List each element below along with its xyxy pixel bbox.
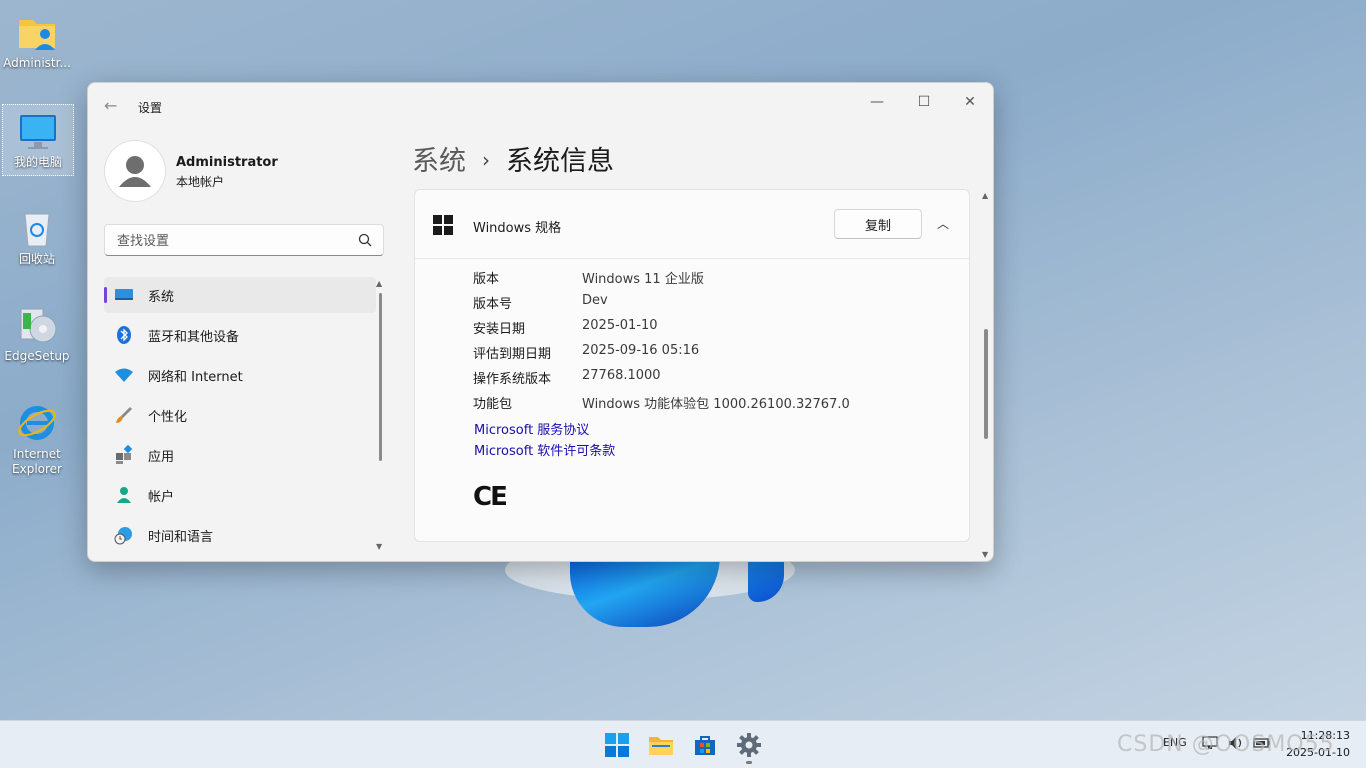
store-bag-icon: [695, 736, 715, 755]
spec-value: Windows 11 企业版: [582, 272, 704, 287]
sidebar-item-label: 帐户: [148, 489, 175, 505]
minimize-button[interactable]: —: [854, 87, 900, 117]
license-terms-link[interactable]: Microsoft 软件许可条款: [474, 440, 615, 459]
desktop-icon-label: Internet Explorer: [12, 447, 62, 476]
page-title: 系统信息: [506, 146, 614, 177]
folder-icon: [649, 737, 673, 755]
display-icon: [114, 285, 134, 305]
main-scrollbar[interactable]: ▲ ▼: [981, 191, 991, 559]
sidebar-item-label: 时间和语言: [148, 529, 214, 545]
desktop-icon-edgesetup[interactable]: EdgeSetup: [2, 299, 72, 369]
user-folder-icon: [19, 20, 55, 50]
windows-start-icon: [605, 733, 629, 757]
spec-key: 操作系统版本: [473, 372, 552, 387]
sidebar-item-label: 蓝牙和其他设备: [148, 329, 240, 345]
breadcrumb-parent[interactable]: 系统: [412, 146, 466, 177]
breadcrumb: 系统 › 系统信息: [412, 139, 614, 178]
scroll-up-arrow-icon[interactable]: ▲: [376, 279, 382, 288]
sidebar-item-apps[interactable]: 应用: [104, 437, 376, 473]
file-explorer-button[interactable]: [646, 730, 676, 760]
title-bar[interactable]: ← 设置 — ☐ ✕: [88, 83, 993, 129]
wifi-icon: [114, 365, 134, 385]
desktop-icon-label: 我的电脑: [13, 155, 62, 169]
chevron-up-icon[interactable]: ︿: [933, 214, 953, 234]
search-icon[interactable]: [357, 232, 373, 248]
sidebar-item-network[interactable]: 网络和 Internet: [104, 357, 376, 393]
spec-key: 版本: [473, 272, 500, 287]
sidebar-item-label: 网络和 Internet: [148, 369, 243, 385]
account-type: 本地帐户: [176, 175, 225, 189]
search-box[interactable]: [104, 224, 384, 256]
maximize-button[interactable]: ☐: [901, 87, 947, 117]
ce-mark: CE: [473, 482, 508, 512]
gear-icon: [737, 733, 761, 757]
spec-key: 评估到期日期: [473, 347, 552, 362]
copy-button[interactable]: 复制: [834, 209, 922, 239]
person-icon: [114, 485, 134, 505]
windows-spec-card: Windows 规格 复制 ︿ 版本 Windows 11 企业版 版本号 De…: [414, 189, 970, 542]
sidebar-item-personalization[interactable]: 个性化: [104, 397, 376, 433]
wallpaper-bloom-petal: [570, 555, 720, 627]
desktop-icon-label: Administr...: [3, 56, 71, 70]
user-name: Administrator: [176, 155, 278, 170]
scrollbar-thumb[interactable]: [379, 293, 382, 461]
sidebar-nav: 系统 蓝牙和其他设备 网络和 Internet 个性化 应用 帐户 时间和语言: [104, 277, 376, 557]
settings-window: ← 设置 — ☐ ✕ Administrator 本地帐户 系统: [87, 82, 994, 562]
sidebar-item-system[interactable]: 系统: [104, 277, 376, 313]
spec-value: Dev: [582, 293, 608, 308]
sidebar-item-time-language[interactable]: 时间和语言: [104, 517, 376, 553]
desktop-icon-internet-explorer[interactable]: Internet Explorer: [2, 397, 72, 481]
card-header[interactable]: Windows 规格 复制 ︿: [415, 190, 969, 259]
brush-icon: [114, 405, 134, 425]
internet-explorer-icon: [18, 406, 56, 440]
recycle-bin-icon: [24, 213, 50, 247]
spec-value: 2025-09-16 05:16: [582, 343, 700, 358]
spec-value: Windows 功能体验包 1000.26100.32767.0: [582, 397, 850, 412]
person-silhouette-icon: [119, 156, 151, 187]
spec-key: 版本号: [473, 297, 513, 312]
desktop-icon-my-computer[interactable]: 我的电脑: [2, 104, 74, 176]
globe-clock-icon: [114, 525, 134, 545]
store-button[interactable]: [690, 730, 720, 760]
bluetooth-icon: [114, 325, 134, 345]
spec-value: 27768.1000: [582, 368, 661, 383]
back-arrow-icon[interactable]: ←: [104, 97, 122, 115]
settings-taskbar-button[interactable]: [734, 730, 764, 760]
spec-key: 安装日期: [473, 322, 526, 337]
breadcrumb-chevron-icon: ›: [482, 148, 490, 172]
sidebar-item-label: 应用: [148, 449, 175, 465]
scrollbar-thumb[interactable]: [984, 329, 988, 439]
sidebar-scrollbar[interactable]: ▲ ▼: [376, 279, 385, 551]
sidebar-item-label: 个性化: [148, 409, 188, 425]
window-title: 设置: [138, 101, 163, 115]
card-title: Windows 规格: [473, 221, 562, 236]
spec-value: 2025-01-10: [582, 318, 658, 333]
monitor-icon: [20, 115, 56, 149]
scroll-down-arrow-icon[interactable]: ▼: [376, 542, 382, 551]
desktop-icon-label: EdgeSetup: [4, 349, 70, 363]
avatar[interactable]: [104, 140, 166, 202]
watermark-text: CSDN @OOSMO55: [1117, 732, 1335, 757]
scroll-up-arrow-icon[interactable]: ▲: [982, 191, 988, 200]
wallpaper-bloom-petal-small: [748, 556, 784, 602]
sidebar-item-accounts[interactable]: 帐户: [104, 477, 376, 513]
close-button[interactable]: ✕: [947, 87, 993, 117]
installer-disc-icon: [20, 308, 57, 343]
spec-key: 功能包: [473, 397, 513, 412]
sidebar-item-label: 系统: [148, 289, 175, 305]
desktop-icon-administrator[interactable]: Administr...: [2, 6, 72, 76]
desktop-icon-label: 回收站: [18, 252, 55, 266]
windows-logo-icon: [433, 215, 453, 235]
desktop-icon-recycle-bin[interactable]: 回收站: [2, 202, 72, 272]
search-input[interactable]: [115, 231, 349, 251]
sidebar-item-bluetooth[interactable]: 蓝牙和其他设备: [104, 317, 376, 353]
start-button[interactable]: [602, 730, 632, 760]
apps-icon: [114, 445, 134, 465]
scroll-down-arrow-icon[interactable]: ▼: [982, 550, 988, 559]
active-app-indicator: [746, 761, 752, 764]
services-agreement-link[interactable]: Microsoft 服务协议: [474, 419, 589, 438]
